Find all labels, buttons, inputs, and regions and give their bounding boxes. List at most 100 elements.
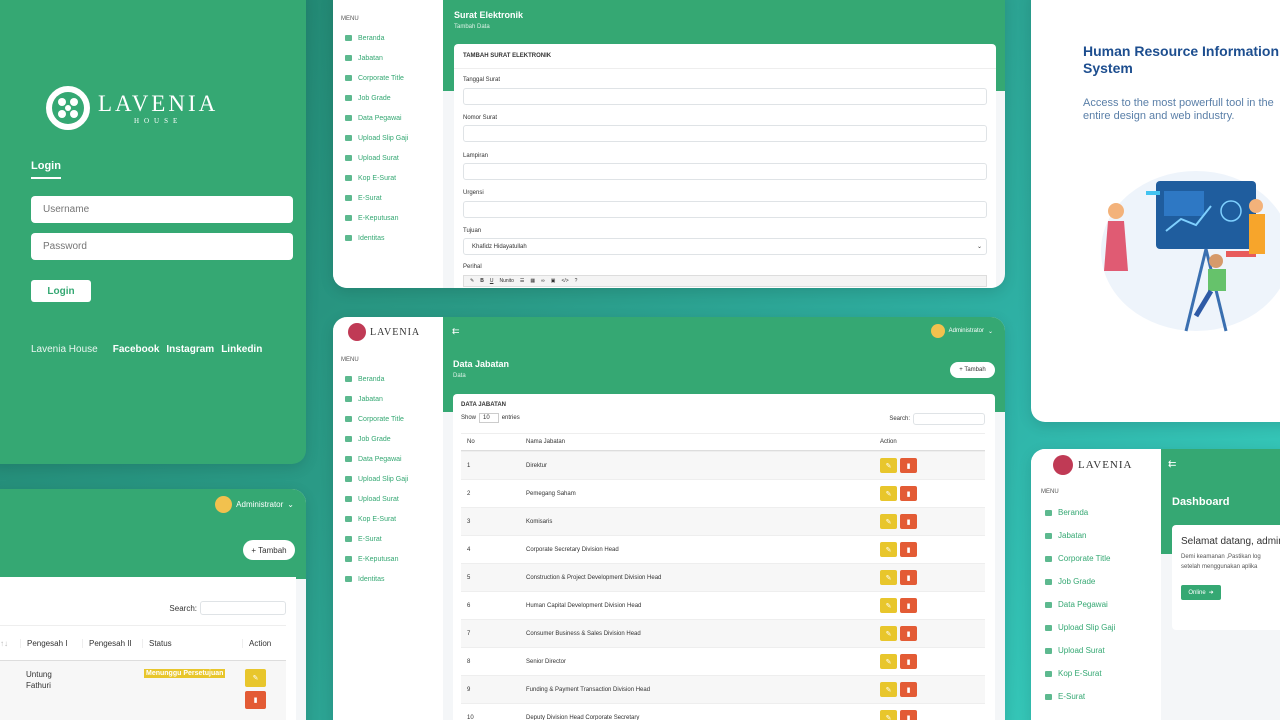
nav-job-grade[interactable]: Job Grade <box>333 429 443 449</box>
link-icon[interactable]: ∞ <box>541 278 545 284</box>
nav-identitas[interactable]: Identitas <box>333 228 443 248</box>
nav-esurat[interactable]: E-Surat <box>333 188 443 208</box>
edit-button[interactable]: ✎ <box>880 542 897 557</box>
nav-upload-slip[interactable]: Upload Slip Gaji <box>333 469 443 489</box>
nav-upload-slip[interactable]: Upload Slip Gaji <box>333 128 443 148</box>
list-icon[interactable]: ☰ <box>520 278 524 284</box>
chart-icon <box>345 95 352 101</box>
search-input[interactable] <box>913 413 985 425</box>
delete-button[interactable]: ▮ <box>900 654 917 669</box>
delete-button[interactable]: ▮ <box>900 682 917 697</box>
nav-jabatan[interactable]: Jabatan <box>333 389 443 409</box>
nav-corporate-title[interactable]: Corporate Title <box>1031 547 1161 570</box>
col-action[interactable]: Action <box>242 638 271 648</box>
username-input[interactable] <box>31 196 293 223</box>
nav-upload-surat[interactable]: Upload Surat <box>333 489 443 509</box>
underline-icon[interactable]: U <box>490 278 494 284</box>
magic-icon[interactable]: ✎ <box>470 278 474 284</box>
nav-upload-surat[interactable]: Upload Surat <box>1031 639 1161 662</box>
facebook-link[interactable]: Facebook <box>113 344 160 355</box>
add-button[interactable]: + Tambah <box>243 540 295 560</box>
edit-button[interactable]: ✎ <box>880 710 897 720</box>
nav-kop-esurat[interactable]: Kop E-Surat <box>333 509 443 529</box>
nav-ekeputusan[interactable]: E-Keputusan <box>333 208 443 228</box>
lampiran-input[interactable] <box>463 163 987 180</box>
nav-corporate-title[interactable]: Corporate Title <box>333 68 443 88</box>
label-perihal: Perihal <box>463 264 482 270</box>
logo-icon <box>348 323 366 341</box>
table-icon[interactable]: ▦ <box>530 278 535 284</box>
edit-button[interactable]: ✎ <box>880 654 897 669</box>
col-no[interactable]: No <box>461 439 516 445</box>
delete-button[interactable]: ▮ <box>900 598 917 613</box>
code-icon[interactable]: </> <box>561 278 568 284</box>
nav-jabatan[interactable]: Jabatan <box>1031 524 1161 547</box>
chart-icon <box>1045 578 1052 585</box>
sidebar-toggle-icon[interactable]: ⇇ <box>1168 459 1176 470</box>
font-select[interactable]: Nunito <box>499 278 513 284</box>
login-button[interactable]: Login <box>31 280 91 302</box>
nav-kop-esurat[interactable]: Kop E-Surat <box>1031 662 1161 685</box>
sidebar-toggle-icon[interactable]: ⇇ <box>452 326 460 337</box>
admin-menu[interactable]: Administrator ⌄ <box>930 324 993 338</box>
edit-button[interactable]: ✎ <box>880 486 897 501</box>
col-action[interactable]: Action <box>876 439 897 445</box>
col-pengesah1[interactable]: Pengesah I <box>20 638 82 648</box>
nav-ekeputusan[interactable]: E-Keputusan <box>333 549 443 569</box>
entries-select[interactable]: 10 <box>479 413 499 423</box>
admin-menu[interactable]: Administrator ⌄ <box>215 496 294 513</box>
nav-corporate-title[interactable]: Corporate Title <box>333 409 443 429</box>
nav-jabatan[interactable]: Jabatan <box>333 48 443 68</box>
linkedin-link[interactable]: Linkedin <box>221 344 262 355</box>
edit-button[interactable]: ✎ <box>880 626 897 641</box>
mail-icon <box>1045 693 1052 700</box>
urgensi-input[interactable] <box>463 201 987 218</box>
nav-identitas[interactable]: Identitas <box>333 569 443 589</box>
nav-upload-surat[interactable]: Upload Surat <box>333 148 443 168</box>
col-nama[interactable]: Nama Jabatan <box>516 439 876 445</box>
edit-button[interactable]: ✎ <box>245 669 266 687</box>
nav-kop-esurat[interactable]: Kop E-Surat <box>333 168 443 188</box>
nomor-input[interactable] <box>463 125 987 142</box>
col-status[interactable]: Status <box>142 638 242 648</box>
delete-button[interactable]: ▮ <box>245 691 266 709</box>
nav-beranda[interactable]: Beranda <box>333 369 443 389</box>
delete-button[interactable]: ▮ <box>900 514 917 529</box>
tujuan-select[interactable]: Khafidz Hidayatullah ⌄ <box>463 238 987 255</box>
col-pengesah2[interactable]: Pengesah II <box>82 638 142 648</box>
bold-icon[interactable]: B <box>480 278 484 284</box>
delete-button[interactable]: ▮ <box>900 458 917 473</box>
online-button[interactable]: Online ➜ <box>1181 585 1221 600</box>
instagram-link[interactable]: Instagram <box>166 344 214 355</box>
delete-button[interactable]: ▮ <box>900 486 917 501</box>
nav-data-pegawai[interactable]: Data Pegawai <box>333 449 443 469</box>
delete-button[interactable]: ▮ <box>900 626 917 641</box>
nav-beranda[interactable]: Beranda <box>1031 501 1161 524</box>
label-tujuan: Tujuan <box>463 228 482 234</box>
row-no: 9 <box>467 686 471 693</box>
nav-job-grade[interactable]: Job Grade <box>333 88 443 108</box>
delete-button[interactable]: ▮ <box>900 542 917 557</box>
password-input[interactable] <box>31 233 293 260</box>
edit-button[interactable]: ✎ <box>880 458 897 473</box>
table-header: No Nama Jabatan Action <box>461 433 985 451</box>
nav-esurat[interactable]: E-Surat <box>1031 685 1161 708</box>
nav-data-pegawai[interactable]: Data Pegawai <box>333 108 443 128</box>
help-icon[interactable]: ? <box>575 278 578 284</box>
image-icon[interactable]: ▣ <box>551 278 556 284</box>
add-button[interactable]: + Tambah <box>950 362 995 378</box>
delete-button[interactable]: ▮ <box>900 570 917 585</box>
tanggal-input[interactable] <box>463 88 987 105</box>
edit-button[interactable]: ✎ <box>880 598 897 613</box>
nav-data-pegawai[interactable]: Data Pegawai <box>1031 593 1161 616</box>
edit-button[interactable]: ✎ <box>880 514 897 529</box>
nav-job-grade[interactable]: Job Grade <box>1031 570 1161 593</box>
nav-upload-slip[interactable]: Upload Slip Gaji <box>1031 616 1161 639</box>
search-input[interactable] <box>200 601 286 615</box>
edit-button[interactable]: ✎ <box>880 682 897 697</box>
delete-button[interactable]: ▮ <box>900 710 917 720</box>
edit-button[interactable]: ✎ <box>880 570 897 585</box>
nav-beranda[interactable]: Beranda <box>333 28 443 48</box>
editor-toolbar: ✎ B U Nunito ☰ ▦ ∞ ▣ </>? <box>463 275 987 287</box>
nav-esurat[interactable]: E-Surat <box>333 529 443 549</box>
